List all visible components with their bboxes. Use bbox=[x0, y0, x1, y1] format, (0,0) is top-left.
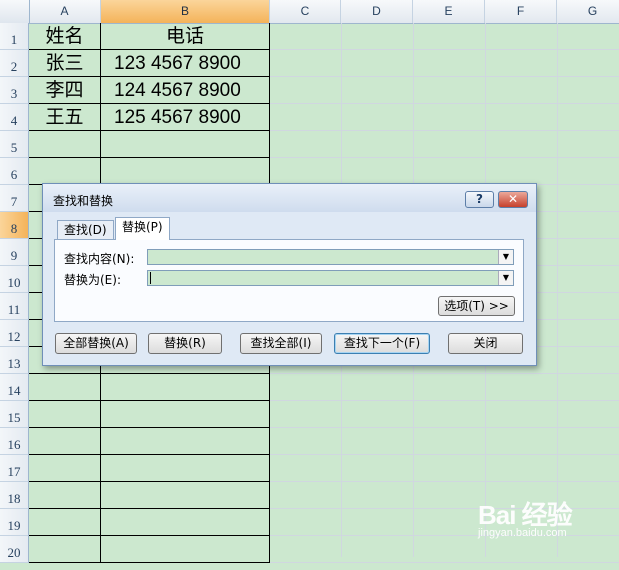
cell-b16[interactable] bbox=[101, 428, 270, 455]
row-header-12[interactable]: 12 bbox=[0, 320, 29, 347]
column-header-g[interactable]: G bbox=[557, 0, 619, 23]
gridline bbox=[270, 103, 619, 104]
cell-a15[interactable] bbox=[29, 401, 101, 428]
row-header-20[interactable]: 20 bbox=[0, 536, 29, 563]
gridline bbox=[270, 130, 619, 131]
find-what-input[interactable]: ▼ bbox=[147, 249, 514, 265]
baidu-watermark-url: jingyan.baidu.com bbox=[478, 527, 567, 539]
cell-a3[interactable]: 李四 bbox=[29, 77, 101, 104]
row-header-2[interactable]: 2 bbox=[0, 50, 29, 77]
cell-b19[interactable] bbox=[101, 509, 270, 536]
tab-find[interactable]: 查找(D) bbox=[57, 220, 114, 239]
cell-b17[interactable] bbox=[101, 455, 270, 482]
row-header-19[interactable]: 19 bbox=[0, 509, 29, 536]
cell-a19[interactable] bbox=[29, 509, 101, 536]
select-all-corner[interactable] bbox=[0, 0, 30, 23]
gridline bbox=[270, 427, 619, 428]
replace-all-button[interactable]: 全部替换(A) bbox=[55, 333, 137, 354]
chevron-down-icon[interactable]: ▼ bbox=[498, 271, 513, 285]
gridline bbox=[270, 562, 619, 563]
row-header-1[interactable]: 1 bbox=[0, 23, 29, 50]
dialog-titlebar[interactable]: 查找和替换 ? ✕ bbox=[43, 184, 536, 212]
chevron-down-icon[interactable]: ▼ bbox=[498, 250, 513, 264]
cell-a16[interactable] bbox=[29, 428, 101, 455]
cell-a4[interactable]: 王五 bbox=[29, 104, 101, 131]
gridline bbox=[270, 454, 619, 455]
column-header-d[interactable]: D bbox=[341, 0, 413, 23]
cell-a5[interactable] bbox=[29, 131, 101, 158]
row-header-18[interactable]: 18 bbox=[0, 482, 29, 509]
cell-b20[interactable] bbox=[101, 536, 270, 563]
row-header-3[interactable]: 3 bbox=[0, 77, 29, 104]
find-label: 查找内容(N): bbox=[64, 252, 135, 266]
row-header-9[interactable]: 9 bbox=[0, 239, 29, 266]
replace-with-input[interactable]: ▼ bbox=[147, 270, 514, 286]
row-header-7[interactable]: 7 bbox=[0, 185, 29, 212]
column-header-e[interactable]: E bbox=[413, 0, 485, 23]
row-header-13[interactable]: 13 bbox=[0, 347, 29, 374]
cell-a20[interactable] bbox=[29, 536, 101, 563]
column-header-f[interactable]: F bbox=[485, 0, 557, 23]
cell-a2[interactable]: 张三 bbox=[29, 50, 101, 77]
column-header-a[interactable]: A bbox=[29, 0, 101, 23]
cell-b1[interactable]: 电话 bbox=[101, 23, 270, 50]
find-next-button[interactable]: 查找下一个(F) bbox=[334, 333, 430, 354]
cell-b18[interactable] bbox=[101, 482, 270, 509]
text-caret bbox=[150, 272, 151, 284]
column-header-b[interactable]: B bbox=[101, 0, 270, 23]
row-header-14[interactable]: 14 bbox=[0, 374, 29, 401]
cell-b2[interactable]: 123 4567 8900 bbox=[101, 50, 270, 77]
gridline bbox=[270, 76, 619, 77]
cell-b6[interactable] bbox=[101, 158, 270, 185]
close-icon[interactable]: ✕ bbox=[498, 191, 528, 208]
cell-b4[interactable]: 125 4567 8900 bbox=[101, 104, 270, 131]
row-header-11[interactable]: 11 bbox=[0, 293, 29, 320]
tab-replace[interactable]: 替换(P) bbox=[115, 217, 170, 240]
close-button[interactable]: 关闭 bbox=[448, 333, 523, 354]
options-button[interactable]: 选项(T) >> bbox=[438, 296, 515, 316]
replace-button[interactable]: 替换(R) bbox=[148, 333, 222, 354]
replace-panel: 查找内容(N): ▼ 替换为(E): ▼ 选项(T) >> bbox=[54, 239, 524, 322]
find-replace-dialog: 查找和替换 ? ✕ 查找(D) 替换(P) 查找内容(N): ▼ 替换为(E):… bbox=[42, 183, 537, 366]
cell-b15[interactable] bbox=[101, 401, 270, 428]
row-header-8[interactable]: 8 bbox=[0, 212, 29, 239]
column-header-row: A B C D E F G bbox=[0, 0, 619, 24]
cell-a14[interactable] bbox=[29, 374, 101, 401]
find-all-button[interactable]: 查找全部(I) bbox=[240, 333, 322, 354]
column-header-c[interactable]: C bbox=[270, 0, 341, 23]
row-header-10[interactable]: 10 bbox=[0, 266, 29, 293]
replace-label: 替换为(E): bbox=[64, 273, 121, 287]
gridline bbox=[270, 373, 619, 374]
help-button[interactable]: ? bbox=[465, 191, 494, 208]
cell-b3[interactable]: 124 4567 8900 bbox=[101, 77, 270, 104]
row-header-5[interactable]: 5 bbox=[0, 131, 29, 158]
gridline bbox=[270, 400, 619, 401]
row-header-6[interactable]: 6 bbox=[0, 158, 29, 185]
dialog-title: 查找和替换 bbox=[53, 194, 114, 208]
cell-b14[interactable] bbox=[101, 374, 270, 401]
cell-a18[interactable] bbox=[29, 482, 101, 509]
row-header-4[interactable]: 4 bbox=[0, 104, 29, 131]
gridline bbox=[270, 49, 619, 50]
cell-a6[interactable] bbox=[29, 158, 101, 185]
cell-a1[interactable]: 姓名 bbox=[29, 23, 101, 50]
gridline bbox=[270, 481, 619, 482]
gridline bbox=[270, 157, 619, 158]
cell-a17[interactable] bbox=[29, 455, 101, 482]
cell-b5[interactable] bbox=[101, 131, 270, 158]
row-header-16[interactable]: 16 bbox=[0, 428, 29, 455]
row-header-15[interactable]: 15 bbox=[0, 401, 29, 428]
row-header-17[interactable]: 17 bbox=[0, 455, 29, 482]
